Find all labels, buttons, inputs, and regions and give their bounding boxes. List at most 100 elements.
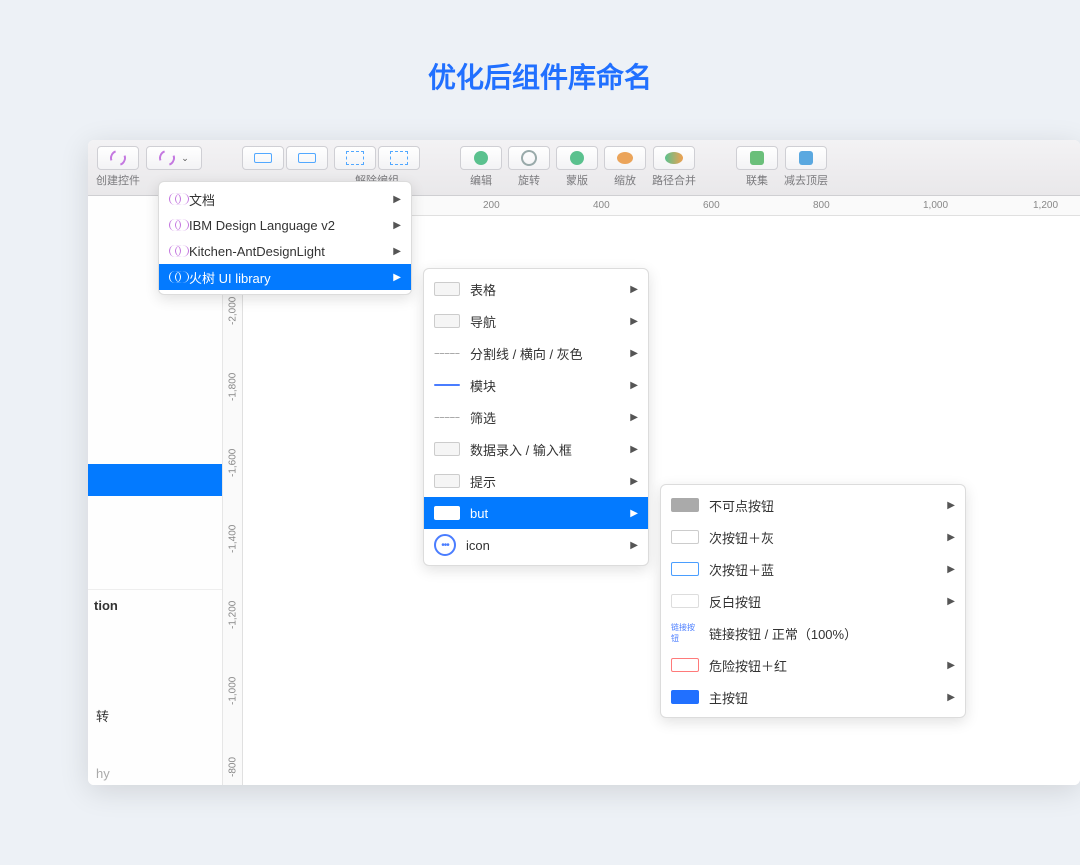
ruler-tick: 400 <box>593 196 610 215</box>
mask-icon <box>570 151 584 165</box>
path-icon <box>665 152 683 164</box>
page-title: 优化后组件库命名 <box>0 0 1080 124</box>
chevron-right-icon: ▶ <box>630 348 638 359</box>
tool-rotate: 旋转 <box>508 146 550 188</box>
subtract-button[interactable] <box>785 146 827 170</box>
menu-item-label: 反白按钮 <box>709 592 761 611</box>
menu-item-table[interactable]: 表格▶ <box>424 273 648 305</box>
align-button-2[interactable] <box>286 146 328 170</box>
menu-item-kitchen[interactable]: Kitchen-AntDesignLight ▶ <box>159 238 411 264</box>
menu-item-input[interactable]: 数据录入 / 输入框▶ <box>424 433 648 465</box>
menu-item-but[interactable]: but ▶ <box>424 497 648 529</box>
chevron-right-icon: ▶ <box>630 540 638 551</box>
button-preview-icon <box>671 690 699 704</box>
menu-item-filter[interactable]: 筛选▶ <box>424 401 648 433</box>
selected-layer-highlight[interactable] <box>88 464 223 496</box>
button-preview-icon: 链接按钮 <box>671 626 699 640</box>
create-component-button[interactable] <box>97 146 139 170</box>
layer-item[interactable]: 转 <box>96 706 109 725</box>
tool-edit: 编辑 <box>460 146 502 188</box>
preview-icon <box>434 282 460 296</box>
button-preview-icon <box>671 498 699 512</box>
menu-item-disabled-button[interactable]: 不可点按钮▶ <box>661 489 965 521</box>
union-button[interactable] <box>736 146 778 170</box>
menu-item-inverse-button[interactable]: 反白按钮▶ <box>661 585 965 617</box>
layer-item[interactable]: tion <box>88 589 222 613</box>
tool-create-component: 创建控件 <box>96 146 140 188</box>
ruler-tick: 600 <box>703 196 720 215</box>
tool-align-group <box>242 146 328 172</box>
align-button-1[interactable] <box>242 146 284 170</box>
menu-item-label: 导航 <box>470 312 496 331</box>
mask-button[interactable] <box>556 146 598 170</box>
preview-icon <box>434 353 460 354</box>
menu-item-label: but <box>470 506 488 521</box>
group-icon <box>390 151 408 165</box>
chevron-right-icon: ▶ <box>947 532 955 543</box>
menu-item-label: IBM Design Language v2 <box>189 218 335 233</box>
menu-item-label: 模块 <box>470 376 496 395</box>
chevron-right-icon: ▶ <box>947 564 955 575</box>
component-category-menu: 表格▶ 导航▶ 分割线 / 横向 / 灰色▶ 模块▶ 筛选▶ 数据录入 / 输入… <box>423 268 649 566</box>
tool-symbol-dropdown: ⌄ <box>146 146 202 172</box>
ruler-tick: 1,000 <box>923 196 948 215</box>
menu-item-danger-button[interactable]: 危险按钮＋红▶ <box>661 649 965 681</box>
menu-item-tip[interactable]: 提示▶ <box>424 465 648 497</box>
menu-item-huoshu-ui[interactable]: 火树 UI library ▶ <box>159 264 411 290</box>
menu-item-secondary-gray-button[interactable]: 次按钮＋灰▶ <box>661 521 965 553</box>
menu-item-label: 火树 UI library <box>189 268 271 287</box>
menu-item-secondary-blue-button[interactable]: 次按钮＋蓝▶ <box>661 553 965 585</box>
chevron-right-icon: ▶ <box>630 476 638 487</box>
symbol-dropdown-button[interactable]: ⌄ <box>146 146 202 170</box>
menu-item-label: 筛选 <box>470 408 496 427</box>
menu-item-document[interactable]: 文档 ▶ <box>159 186 411 212</box>
preview-icon <box>434 384 460 386</box>
menu-item-link-button[interactable]: 链接按钮链接按钮 / 正常（100%） <box>661 617 965 649</box>
menu-item-module[interactable]: 模块▶ <box>424 369 648 401</box>
group-button-2[interactable] <box>378 146 420 170</box>
chevron-right-icon: ▶ <box>947 692 955 703</box>
chevron-right-icon: ▶ <box>947 500 955 511</box>
scale-button[interactable] <box>604 146 646 170</box>
library-icon <box>169 271 181 283</box>
tool-label: 减去顶层 <box>784 172 828 188</box>
sketch-window: 创建控件 ⌄ 解除编组 编辑 旋转 <box>88 140 1080 785</box>
path-merge-button[interactable] <box>653 146 695 170</box>
preview-icon <box>434 506 460 520</box>
symbol-library-menu: 文档 ▶ IBM Design Language v2 ▶ Kitchen-An… <box>158 181 412 295</box>
subtract-icon <box>799 151 813 165</box>
menu-item-ibm[interactable]: IBM Design Language v2 ▶ <box>159 212 411 238</box>
ruler-tick: 800 <box>813 196 830 215</box>
library-icon <box>169 245 181 257</box>
ruler-tick: 200 <box>483 196 500 215</box>
group-icon <box>346 151 364 165</box>
preview-icon <box>434 314 460 328</box>
sync-icon <box>157 147 178 168</box>
menu-item-nav[interactable]: 导航▶ <box>424 305 648 337</box>
align-icon <box>298 153 316 163</box>
button-variant-menu: 不可点按钮▶ 次按钮＋灰▶ 次按钮＋蓝▶ 反白按钮▶ 链接按钮链接按钮 / 正常… <box>660 484 966 718</box>
library-icon <box>169 219 181 231</box>
tool-label: 路径合并 <box>652 172 696 188</box>
chevron-down-icon: ⌄ <box>181 153 189 164</box>
group-button-1[interactable] <box>334 146 376 170</box>
tool-label: 蒙版 <box>566 172 588 188</box>
menu-item-icon[interactable]: •••icon▶ <box>424 529 648 561</box>
menu-item-label: 链接按钮 / 正常（100%） <box>709 624 857 643</box>
tool-label: 旋转 <box>518 172 540 188</box>
rotate-icon <box>518 147 539 168</box>
edit-button[interactable] <box>460 146 502 170</box>
chevron-right-icon: ▶ <box>393 272 401 283</box>
chevron-right-icon: ▶ <box>630 508 638 519</box>
menu-item-label: 数据录入 / 输入框 <box>470 440 572 459</box>
menu-item-divider[interactable]: 分割线 / 横向 / 灰色▶ <box>424 337 648 369</box>
rotate-button[interactable] <box>508 146 550 170</box>
tool-label: 联集 <box>746 172 768 188</box>
menu-item-primary-button[interactable]: 主按钮▶ <box>661 681 965 713</box>
layer-item[interactable]: hy <box>96 766 110 781</box>
button-preview-icon <box>671 658 699 672</box>
ruler-tick: 1,200 <box>1033 196 1058 215</box>
menu-item-label: icon <box>466 538 490 553</box>
preview-icon <box>434 417 460 418</box>
chevron-right-icon: ▶ <box>393 194 401 205</box>
